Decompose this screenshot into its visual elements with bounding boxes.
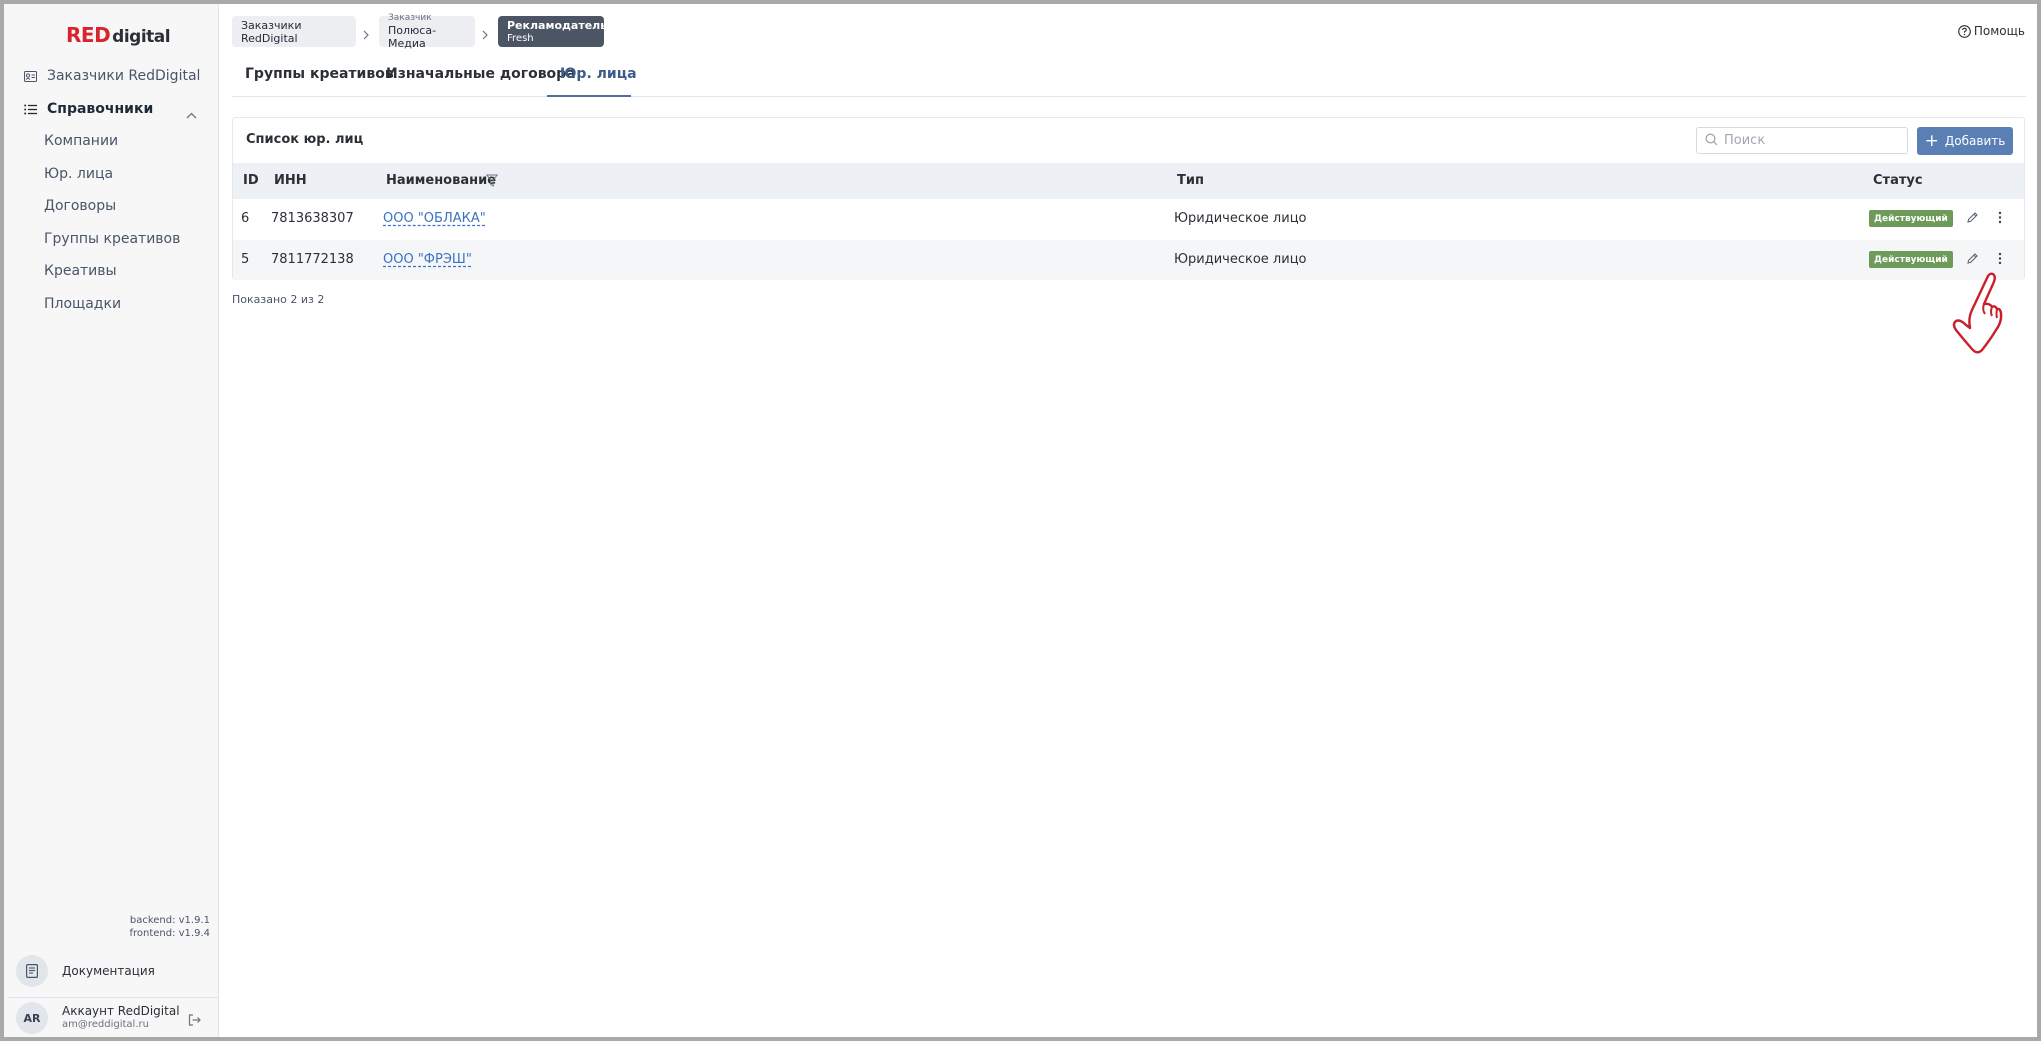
filter-icon[interactable] [485, 174, 499, 191]
legal-entities-panel: Список юр. лиц + Добавить ID ИНН Наимено… [232, 117, 2025, 280]
table-row[interactable]: 6 7813638307 ООО "ОБЛАКА" Юридическое ли… [233, 199, 2024, 239]
cell-name-link[interactable]: ООО "ФРЭШ" [383, 252, 472, 267]
logo-digital-text: digital [112, 27, 171, 47]
tab-initial-contracts[interactable]: Изначальные договора [386, 66, 576, 82]
more-vertical-icon[interactable] [1998, 211, 2002, 228]
question-circle-icon [1958, 24, 1971, 38]
pagination-summary: Показано 2 из 2 [232, 293, 325, 306]
logo-red-text: RED [66, 23, 111, 47]
breadcrumb-client-caption: Заказчик [388, 13, 432, 23]
active-tab-indicator [547, 95, 631, 97]
help-link[interactable]: Помощь [1958, 24, 2025, 38]
table-row[interactable]: 5 7811772138 ООО "ФРЭШ" Юридическое лицо… [233, 240, 2024, 280]
cell-id: 5 [241, 252, 250, 267]
breadcrumb-client[interactable]: Заказчик Полюса-Медиа [379, 13, 475, 50]
cell-name-link[interactable]: ООО "ОБЛАКА" [383, 211, 486, 226]
panel-title: Список юр. лиц [246, 132, 364, 147]
status-badge: Действующий [1869, 251, 1953, 268]
search-input[interactable] [1724, 133, 1904, 148]
sidebar-item-customers-label: Заказчики RedDigital [47, 68, 201, 84]
column-header-inn[interactable]: ИНН [274, 173, 307, 188]
version-info: backend: v1.9.1 frontend: v1.9.4 [129, 914, 210, 940]
column-header-name[interactable]: Наименование [386, 173, 496, 188]
sidebar-item-legal-entities[interactable]: Юр. лица [44, 166, 113, 182]
edit-icon[interactable] [1966, 211, 1979, 228]
cell-type: Юридическое лицо [1174, 252, 1307, 267]
help-label: Помощь [1973, 24, 2025, 38]
breadcrumb-advertiser-label: Fresh [507, 32, 534, 44]
cell-type: Юридическое лицо [1174, 211, 1307, 226]
tab-bar: Группы креативов Изначальные договора Юр… [232, 60, 2026, 97]
sidebar-item-companies[interactable]: Компании [44, 133, 118, 149]
sidebar-item-platforms[interactable]: Площадки [44, 296, 121, 312]
avatar: AR [16, 1002, 48, 1034]
breadcrumb-advertiser-caption: Рекламодатель [507, 18, 608, 32]
list-icon [23, 102, 37, 116]
sidebar-item-creatives[interactable]: Креативы [44, 263, 117, 279]
table-header: ID ИНН Наименование Тип Статус [233, 163, 2024, 199]
documentation-label: Документация [62, 964, 155, 978]
breadcrumb-advertiser[interactable]: Рекламодатель Fresh [498, 16, 608, 47]
sidebar-item-customers[interactable]: Заказчики RedDigital [23, 68, 200, 84]
add-button[interactable]: + Добавить [1917, 127, 2013, 155]
book-icon [16, 955, 48, 987]
sidebar-item-references[interactable]: Справочники [23, 101, 153, 117]
chevron-up-icon[interactable] [186, 104, 197, 123]
backend-version: backend: v1.9.1 [129, 915, 210, 926]
account-block[interactable]: AR Аккаунт RedDigital am@reddigital.ru [16, 1002, 180, 1034]
tab-legal-entities[interactable]: Юр. лица [560, 66, 637, 82]
chevron-right-icon [362, 25, 370, 44]
column-header-status[interactable]: Статус [1873, 173, 1923, 188]
pointing-hand-icon [1944, 270, 2004, 359]
frontend-version: frontend: v1.9.4 [129, 928, 210, 939]
more-vertical-icon[interactable] [1998, 252, 2002, 269]
cell-inn: 7811772138 [271, 252, 354, 267]
edit-icon[interactable] [1966, 252, 1979, 269]
divider [8, 997, 219, 998]
search-box[interactable] [1696, 127, 1908, 154]
documentation-link[interactable]: Документация [16, 955, 155, 987]
sidebar-item-creative-groups[interactable]: Группы креативов [44, 231, 180, 247]
sidebar: RED digital Заказчики RedDigital Справоч… [4, 4, 219, 1037]
column-header-id[interactable]: ID [243, 173, 259, 188]
cell-inn: 7813638307 [271, 211, 354, 226]
reddigital-logo[interactable]: RED digital [66, 23, 171, 47]
breadcrumb-client-label: Полюса-Медиа [388, 24, 437, 50]
plus-icon: + [1924, 130, 1939, 151]
tab-creative-groups[interactable]: Группы креативов [245, 66, 394, 82]
sidebar-item-contracts[interactable]: Договоры [44, 198, 116, 214]
add-button-label: Добавить [1944, 134, 2006, 148]
status-badge: Действующий [1869, 210, 1953, 227]
account-email: am@reddigital.ru [62, 1019, 149, 1030]
sidebar-item-references-label: Справочники [47, 101, 154, 117]
logout-icon[interactable] [188, 1011, 201, 1030]
cell-id: 6 [241, 211, 250, 226]
search-icon [1705, 131, 1718, 150]
id-card-icon [23, 69, 37, 83]
chevron-right-icon [481, 25, 489, 44]
breadcrumb-customers-label: Заказчики RedDigital [241, 18, 302, 45]
breadcrumb-customers[interactable]: Заказчики RedDigital [232, 16, 356, 47]
account-name: Аккаунт RedDigital [62, 1004, 180, 1018]
column-header-type[interactable]: Тип [1177, 173, 1204, 188]
